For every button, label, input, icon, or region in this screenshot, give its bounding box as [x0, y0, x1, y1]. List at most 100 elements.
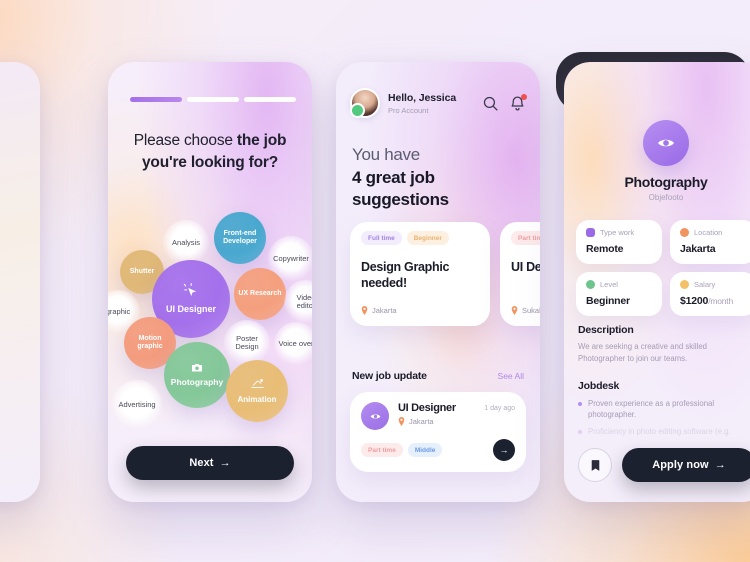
jobdesk-item: Proven experience as a professional phot… [578, 398, 750, 421]
bubble-label: Voice over [278, 338, 312, 348]
headline: You have 4 great job suggestions [352, 144, 522, 212]
progress-segment-3 [244, 97, 296, 102]
description-text: We are seeking a creative and skilled Ph… [578, 342, 708, 364]
bubble-label: Copywriter [273, 253, 309, 263]
card-location: Sukabumi [522, 306, 540, 315]
bell-icon[interactable] [509, 93, 527, 112]
update-title: UI Designer [398, 402, 456, 414]
tag-part-time: Part time [361, 443, 403, 457]
tag-middle: Middle [407, 443, 443, 457]
info-label-row: Type work [586, 228, 652, 237]
title-bold-1: the job [236, 132, 287, 149]
tag-beginner: Beginner [406, 231, 449, 245]
suggestion-card-row[interactable]: Full time Beginner Design Graphic needed! J… [350, 222, 540, 326]
update-card-0[interactable]: UI Designer Jakarta 1 day ago Part time M… [350, 392, 526, 472]
pin-icon [361, 306, 368, 315]
update-time: 1 day ago [484, 405, 515, 412]
info-card-level: Level Beginner [576, 272, 662, 316]
go-button[interactable]: → [493, 439, 515, 461]
job-bubble-ux-research[interactable]: UX Research [234, 268, 286, 320]
header-icons [482, 93, 527, 112]
job-bubble-cloud[interactable]: Analysis Front-end Developer Copywriter Shu… [108, 212, 312, 462]
bullet-dot [578, 402, 582, 406]
avatar[interactable] [350, 88, 380, 118]
job-bubble-animation[interactable]: Animation [226, 360, 288, 422]
screen-job-detail: Photography Objefooto Type work Remote Loc… [564, 62, 750, 502]
bookmark-button[interactable] [578, 448, 612, 482]
card-tags: Part timeMiddle [511, 231, 540, 245]
update-tags: Part time Middle [361, 443, 443, 457]
bullet-dot [578, 429, 582, 434]
job-bubble-poster-design[interactable]: Poster Design [224, 320, 270, 366]
card-location: Jakarta [372, 306, 397, 315]
bubble-label: graphic [108, 306, 131, 316]
photography-logo-icon [361, 402, 389, 430]
next-button[interactable]: Next → [126, 446, 294, 480]
job-bubble-video-editor[interactable]: Video editor [284, 280, 312, 324]
info-label-row: Location [680, 228, 746, 237]
job-bubble-voice-over[interactable]: Voice over [274, 322, 312, 366]
update-row: UI Designer Jakarta 1 day ago [361, 402, 515, 430]
screen-choose-job: Please choose the job you're looking for… [108, 62, 312, 502]
progress-indicator [130, 97, 296, 102]
see-all-link[interactable]: See All [498, 371, 524, 381]
info-value: $1200/month [680, 295, 733, 307]
bubble-label: Motion graphic [137, 335, 163, 350]
headline-light: You have [352, 145, 420, 164]
search-icon[interactable] [482, 95, 499, 112]
job-bubble-front-end-developer[interactable]: Front-end Developer [214, 212, 266, 264]
camera-icon [191, 362, 203, 376]
progress-segment-2 [187, 97, 239, 102]
salary-icon [680, 280, 689, 289]
phone-screen-2: Please choose the job you're looking for… [108, 62, 312, 502]
update-meta: UI Designer Jakarta [398, 402, 456, 426]
new-job-update-header: New job update See All [352, 370, 524, 382]
jobdesk-item: Proficiency in photo editing software (e… [578, 426, 750, 437]
headline-bold-2: suggestions [352, 190, 449, 210]
info-value: Remote [586, 243, 624, 255]
phone-screen-3: Hello, Jessica Pro Account You have 4 gr… [336, 62, 540, 502]
phone-screen-4: Photography Objefooto Type work Remote Loc… [564, 62, 750, 502]
card-location-row: Jakarta [361, 306, 397, 315]
animation-icon [250, 377, 265, 394]
suggestion-card[interactable]: Part timeMiddle UI Design Beginner Sukabum… [500, 222, 540, 326]
info-label-row: Level [586, 280, 652, 289]
jobdesk-list: Proven experience as a professional phot… [578, 398, 750, 437]
info-value-suffix: /month [708, 296, 733, 306]
jobdesk-title: Jobdesk [578, 380, 620, 392]
job-bubble-advertising[interactable]: Advertising [112, 380, 162, 430]
pin-icon [680, 228, 689, 237]
pin-icon [511, 306, 518, 315]
company-name: Objefooto [648, 193, 684, 202]
jobdesk-section: Jobdesk Proven experience as a professio… [578, 380, 750, 442]
suggestion-card[interactable]: Full time Beginner Design Graphic needed! J… [350, 222, 490, 326]
info-label: Type work [600, 228, 635, 237]
info-card-salary: Salary $1200/month [670, 272, 750, 316]
description-title: Description [578, 324, 634, 336]
update-location: Jakarta [409, 417, 434, 426]
info-card-type-work: Type work Remote [576, 220, 662, 264]
tag-part-time: Part time [511, 231, 540, 245]
bubble-label: Video editor [296, 292, 312, 310]
account-type: Pro Account [388, 105, 429, 115]
info-label: Salary [694, 280, 716, 289]
pin-icon [398, 417, 405, 426]
info-label: Location [694, 228, 723, 237]
apply-now-button[interactable]: Apply now → [622, 448, 750, 482]
job-bubble-analysis[interactable]: Analysis [163, 220, 209, 266]
screen-job-suggestions: Hello, Jessica Pro Account You have 4 gr… [336, 62, 540, 502]
bubble-label: Photography [170, 377, 224, 388]
company-logo-icon [643, 120, 689, 166]
info-value: Beginner [586, 295, 630, 307]
arrow-right-icon: → [499, 445, 509, 455]
update-location-row: Jakarta [398, 417, 456, 426]
tag-full-time: Full time [361, 231, 402, 245]
section-label: New job update [352, 370, 427, 382]
info-value: Jakarta [680, 243, 716, 255]
card-title: Design Graphic needed! [361, 260, 450, 290]
cursor-sparkle-icon [183, 283, 200, 302]
notification-badge [521, 93, 527, 100]
info-card-location: Location Jakarta [670, 220, 750, 264]
job-bubble-photography[interactable]: Photography [164, 342, 230, 408]
app-header: Hello, Jessica Pro Account [350, 88, 527, 118]
